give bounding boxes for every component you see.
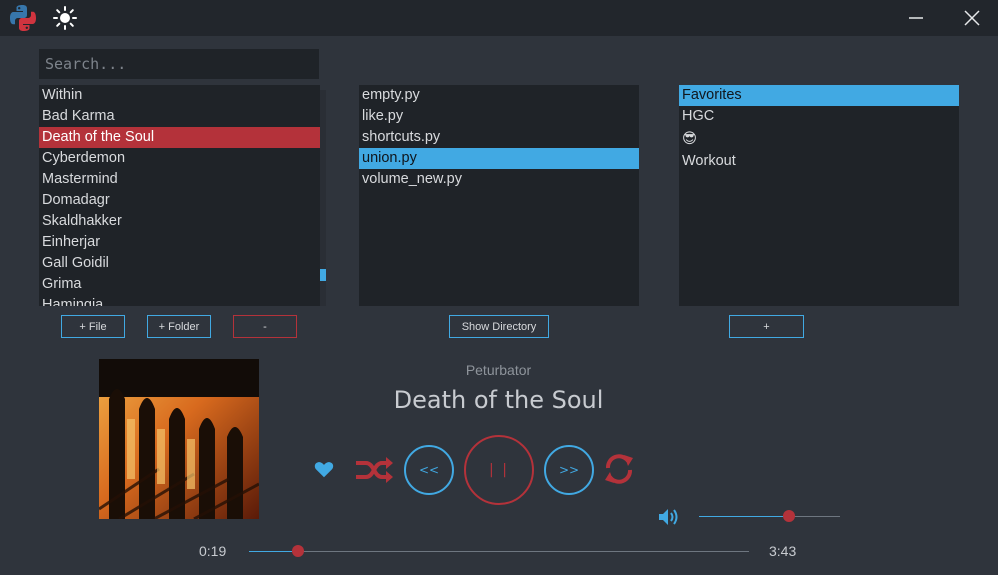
add-folder-button[interactable]: + Folder <box>147 315 211 338</box>
progress-slider-handle[interactable] <box>292 545 304 557</box>
total-duration: 3:43 <box>769 543 797 559</box>
heart-icon[interactable] <box>313 458 335 480</box>
script-list[interactable]: empty.py like.py shortcuts.py union.py v… <box>359 85 639 306</box>
playlist-item[interactable]: HGC <box>679 106 959 127</box>
song-item[interactable]: Within <box>39 85 320 106</box>
show-directory-button[interactable]: Show Directory <box>449 315 549 338</box>
close-icon[interactable] <box>960 6 984 30</box>
title-bar <box>0 0 998 36</box>
playlist-item[interactable]: Workout <box>679 151 959 172</box>
song-list-scrollbar[interactable] <box>320 90 326 306</box>
search-input[interactable] <box>39 49 319 79</box>
song-item[interactable]: Cyberdemon <box>39 148 320 169</box>
elapsed-time: 0:19 <box>199 543 227 559</box>
song-item[interactable]: Mastermind <box>39 169 320 190</box>
script-item[interactable]: empty.py <box>359 85 639 106</box>
volume-slider-handle[interactable] <box>783 510 795 522</box>
script-item[interactable]: shortcuts.py <box>359 127 639 148</box>
progress-slider-track[interactable] <box>249 551 749 552</box>
playlist-item[interactable]: 😎 <box>679 127 959 151</box>
minimize-icon[interactable] <box>904 6 928 30</box>
playlist-item-selected[interactable]: Favorites <box>679 85 959 106</box>
song-list[interactable]: Within Bad Karma Death of the Soul Cyber… <box>39 85 320 306</box>
playlist-list[interactable]: Favorites HGC 😎 Workout <box>679 85 959 306</box>
song-item[interactable]: Hamingja <box>39 295 320 306</box>
play-pause-button[interactable]: | | <box>464 435 534 505</box>
song-item-selected[interactable]: Death of the Soul <box>39 127 320 148</box>
python-logo-icon <box>10 5 36 31</box>
progress-slider-fill <box>249 551 298 552</box>
volume-slider-fill <box>699 516 789 517</box>
artist-name: Peturbator <box>465 362 532 378</box>
track-title: Death of the Soul <box>393 386 604 414</box>
song-item[interactable]: Domadagr <box>39 190 320 211</box>
add-playlist-button[interactable]: + <box>729 315 804 338</box>
add-file-button[interactable]: + File <box>61 315 125 338</box>
song-item[interactable]: Skaldhakker <box>39 211 320 232</box>
script-item[interactable]: volume_new.py <box>359 169 639 190</box>
album-cover <box>99 359 259 519</box>
next-button[interactable]: >> <box>544 445 594 495</box>
shuffle-icon[interactable] <box>354 455 394 485</box>
script-item-selected[interactable]: union.py <box>359 148 639 169</box>
scrollbar-thumb[interactable] <box>320 269 326 281</box>
repeat-icon[interactable] <box>602 452 636 486</box>
song-item[interactable]: Bad Karma <box>39 106 320 127</box>
sun-icon[interactable] <box>52 5 78 31</box>
song-item[interactable]: Gall Goidil <box>39 253 320 274</box>
script-item[interactable]: like.py <box>359 106 639 127</box>
song-item[interactable]: Einherjar <box>39 232 320 253</box>
previous-button[interactable]: << <box>404 445 454 495</box>
remove-button[interactable]: - <box>233 315 297 338</box>
song-item[interactable]: Grima <box>39 274 320 295</box>
speaker-icon[interactable] <box>657 507 681 527</box>
